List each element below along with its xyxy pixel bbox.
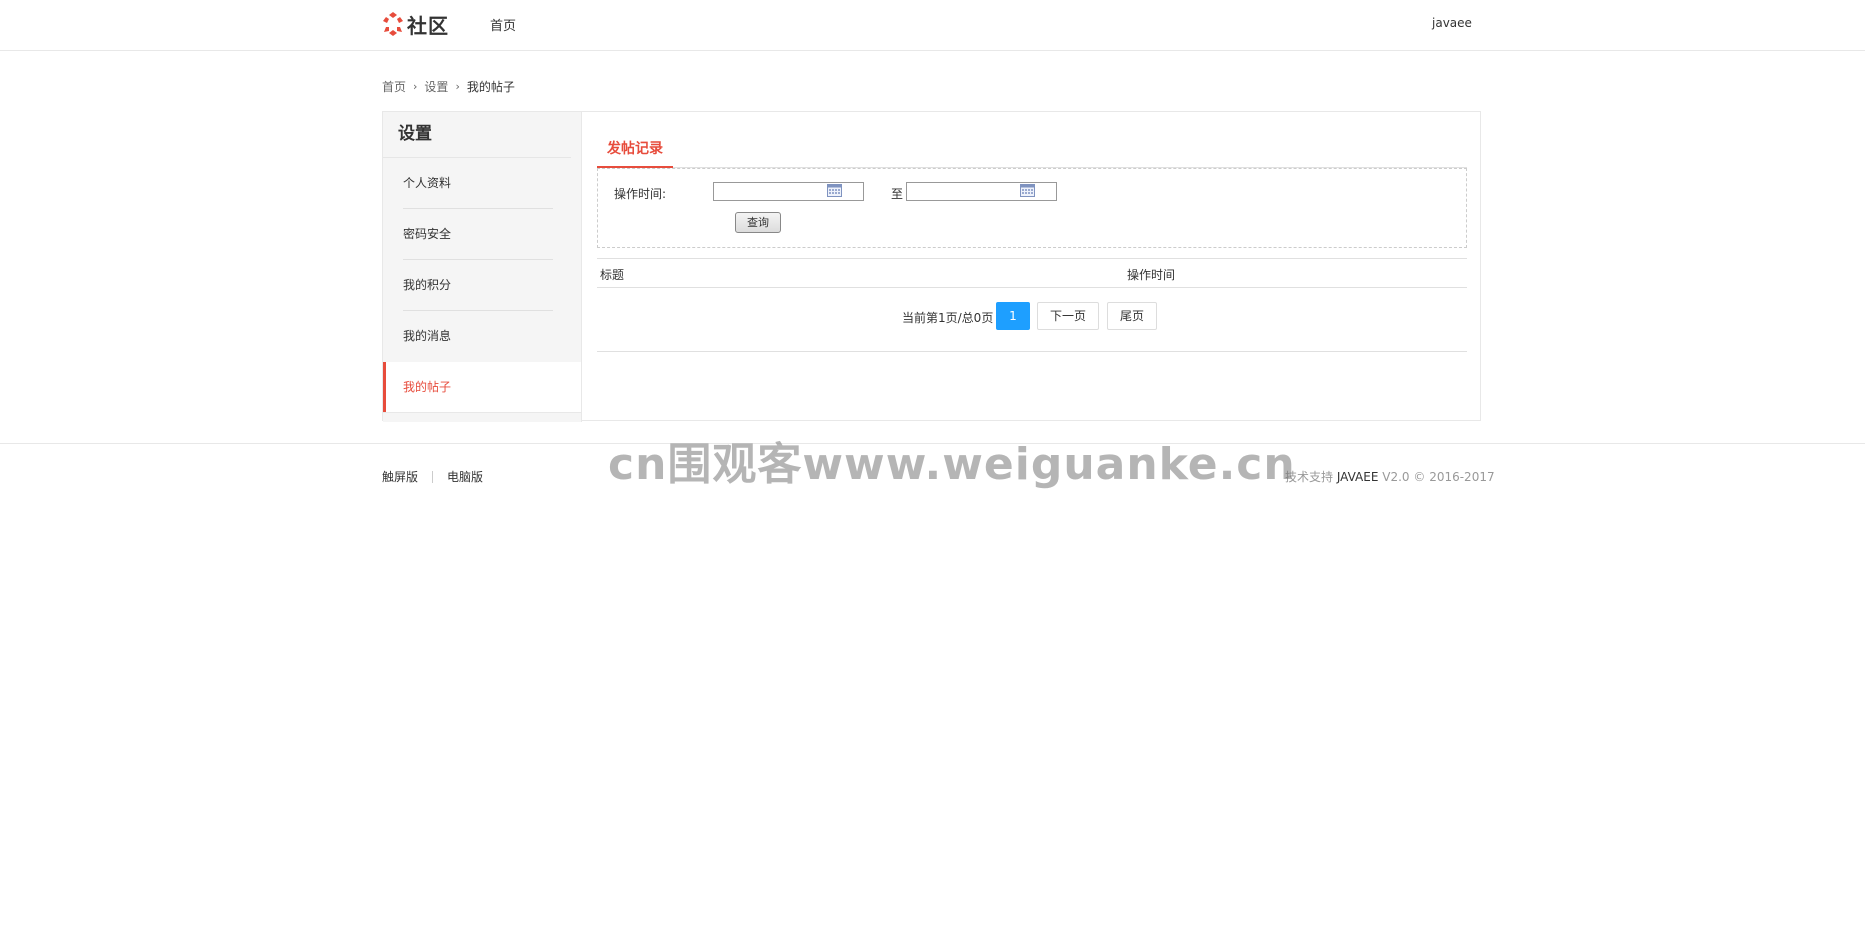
sidebar-footer: [383, 412, 582, 422]
footer-divider: [0, 443, 1865, 444]
site-logo[interactable]: 社区: [382, 10, 449, 38]
footer-links: 触屏版 电脑版: [382, 468, 483, 485]
sidebar-title: 设置: [383, 112, 571, 158]
footer-copyright: 技术支持 JAVAEE V2.0 © 2016-2017: [1285, 468, 1495, 485]
community-logo-icon: [383, 12, 403, 36]
sidebar-item-label: 我的积分: [403, 278, 452, 292]
version-text: V2.0 © 2016-2017: [1382, 470, 1495, 484]
watermark: cn围观客www.weiguanke.cn: [608, 439, 1296, 490]
sidebar-item-messages[interactable]: 我的消息: [383, 311, 581, 362]
user-name-link[interactable]: javaee: [1432, 16, 1472, 30]
sidebar-item-label: 我的帖子: [403, 380, 452, 394]
breadcrumb-separator-icon: ›: [413, 80, 418, 93]
support-brand: JAVAEE: [1336, 470, 1379, 484]
page-1-button[interactable]: 1: [996, 302, 1030, 330]
sidebar-item-my-posts[interactable]: 我的帖子: [383, 362, 581, 413]
pagination: 当前第1页/总0页 1 下一页 尾页: [597, 288, 1467, 352]
touch-version-link[interactable]: 触屏版: [382, 468, 418, 485]
top-header: 社区 首页 javaee: [0, 0, 1865, 51]
column-header-time: 操作时间: [1127, 268, 1176, 282]
breadcrumb-separator-icon: ›: [455, 80, 460, 93]
sidebar-item-profile[interactable]: 个人资料: [383, 158, 581, 209]
sidebar-item-points[interactable]: 我的积分: [383, 260, 581, 311]
calendar-icon[interactable]: [827, 184, 842, 197]
support-prefix: 技术支持: [1285, 470, 1334, 484]
table-header: 标题 操作时间: [597, 258, 1467, 288]
tab-bar: 发帖记录: [597, 122, 1467, 168]
logo-text: 社区: [407, 13, 449, 38]
nav-home-link[interactable]: 首页: [490, 15, 516, 34]
breadcrumb-current: 我的帖子: [466, 80, 515, 94]
calendar-icon[interactable]: [1020, 184, 1035, 197]
time-label: 操作时间:: [614, 187, 667, 201]
search-form: 操作时间: 至 查询: [597, 168, 1467, 248]
sidebar-item-password[interactable]: 密码安全: [383, 209, 581, 260]
settings-panel: 设置 个人资料 密码安全 我的积分 我的消息 我的帖子 发帖记录 操作时间: 至…: [382, 111, 1481, 422]
query-button[interactable]: 查询: [735, 212, 781, 233]
settings-sidebar: 设置 个人资料 密码安全 我的积分 我的消息 我的帖子: [383, 112, 582, 413]
to-label: 至: [891, 187, 904, 201]
last-page-button[interactable]: 尾页: [1107, 302, 1157, 330]
tab-post-records[interactable]: 发帖记录: [597, 133, 673, 168]
breadcrumb-home[interactable]: 首页: [382, 78, 406, 95]
next-page-button[interactable]: 下一页: [1037, 302, 1099, 330]
column-header-title: 标题: [600, 268, 625, 282]
sidebar-item-label: 个人资料: [403, 176, 452, 190]
page-info: 当前第1页/总0页: [902, 311, 994, 325]
sidebar-item-label: 密码安全: [403, 227, 452, 241]
sidebar-item-label: 我的消息: [403, 329, 452, 343]
desktop-version-link[interactable]: 电脑版: [447, 468, 483, 485]
breadcrumb: 首页 › 设置 › 我的帖子: [382, 78, 515, 95]
breadcrumb-settings[interactable]: 设置: [424, 78, 448, 95]
footer-link-divider: [432, 470, 434, 483]
